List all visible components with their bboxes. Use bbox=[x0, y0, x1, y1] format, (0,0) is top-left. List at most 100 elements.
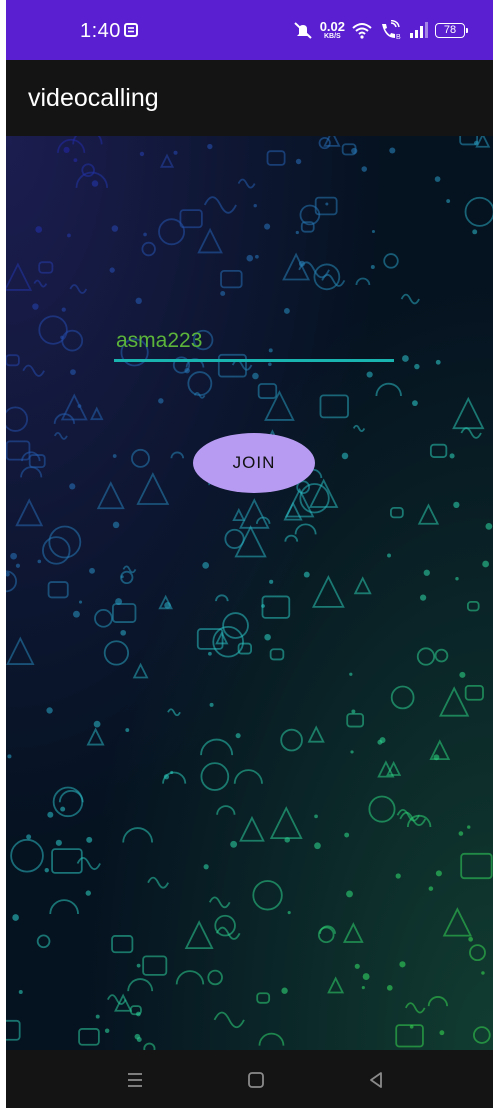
mute-icon bbox=[294, 22, 312, 39]
doodle-dot bbox=[35, 226, 43, 233]
doodle-shape bbox=[179, 209, 203, 229]
doodle-dot bbox=[433, 754, 440, 761]
doodle-shape bbox=[464, 196, 493, 227]
doodle-shape bbox=[319, 394, 349, 419]
doodle-shape bbox=[460, 852, 493, 880]
doodle-shape bbox=[427, 996, 449, 1007]
doodle-dot bbox=[268, 362, 272, 367]
doodle-shape bbox=[215, 594, 229, 602]
doodle-shape bbox=[141, 241, 156, 257]
doodle-shape bbox=[47, 581, 69, 599]
doodle-dot bbox=[295, 230, 299, 235]
doodle-shape bbox=[42, 536, 71, 565]
doodle-shape bbox=[232, 507, 246, 521]
doodle-dot bbox=[412, 400, 418, 407]
doodle-dot bbox=[325, 202, 329, 206]
doodle-shape bbox=[36, 934, 51, 949]
doodle-shape bbox=[439, 686, 470, 717]
doodle-shape bbox=[233, 769, 263, 784]
doodle-shape bbox=[284, 487, 315, 518]
doodle-shape bbox=[434, 648, 449, 663]
doodle-shape bbox=[294, 523, 317, 535]
doodle-dot bbox=[86, 836, 93, 843]
doodle-dot bbox=[458, 831, 464, 836]
doodle-dot bbox=[446, 199, 451, 203]
doodle-shape bbox=[49, 899, 79, 915]
doodle-shape bbox=[200, 738, 234, 756]
doodle-dot bbox=[420, 594, 427, 601]
doodle-shape bbox=[342, 922, 364, 943]
doodle-dot bbox=[46, 707, 53, 714]
doodle-dot bbox=[395, 873, 401, 879]
name-input-underline bbox=[114, 359, 394, 362]
doodle-dot bbox=[12, 914, 19, 921]
home-icon[interactable] bbox=[244, 1068, 268, 1092]
doodle-shape bbox=[256, 992, 271, 1004]
doodle-shape bbox=[187, 371, 213, 396]
doodle-shape bbox=[51, 848, 83, 874]
doodle-shape bbox=[60, 393, 88, 421]
doodle-shape bbox=[10, 838, 44, 873]
doodle-shape bbox=[86, 727, 105, 746]
doodle-shape bbox=[460, 427, 482, 439]
doodle-dot bbox=[93, 720, 101, 728]
recents-icon[interactable] bbox=[123, 1068, 147, 1092]
app-title: videocalling bbox=[28, 84, 159, 112]
doodle-dot bbox=[434, 176, 441, 182]
network-speed-value: 0.02 bbox=[319, 19, 345, 34]
signal-icon bbox=[410, 22, 428, 38]
doodle-shape bbox=[239, 815, 265, 842]
doodle-dot bbox=[61, 307, 66, 312]
doodle-dot bbox=[63, 146, 70, 153]
doodle-dot bbox=[70, 369, 76, 375]
doodle-shape bbox=[15, 498, 44, 527]
doodle-shape bbox=[258, 1032, 285, 1046]
doodle-dot bbox=[473, 140, 479, 146]
doodle-shape bbox=[269, 648, 285, 661]
join-button[interactable]: JOIN bbox=[193, 433, 315, 493]
doodle-dot bbox=[428, 886, 434, 891]
doodle-dot bbox=[115, 598, 123, 606]
doodle-shape bbox=[307, 725, 325, 743]
doodle-dot bbox=[139, 151, 145, 157]
doodle-shape bbox=[327, 976, 345, 994]
doodle-dot bbox=[158, 398, 164, 404]
doodle-dot bbox=[55, 839, 62, 846]
doodle-dot bbox=[295, 158, 302, 165]
name-field[interactable] bbox=[114, 324, 394, 362]
name-input[interactable] bbox=[114, 324, 394, 358]
doodle-dot bbox=[298, 260, 305, 267]
doodle-dot bbox=[423, 569, 430, 576]
doodle-dot bbox=[44, 867, 49, 873]
doodle-shape bbox=[452, 396, 485, 430]
wifi-calling-icon: B bbox=[382, 20, 401, 40]
back-icon[interactable] bbox=[364, 1068, 388, 1092]
doodle-dot bbox=[386, 985, 393, 991]
doodle-dot bbox=[387, 553, 391, 558]
doodle-shape bbox=[200, 762, 230, 791]
doodle-dot bbox=[67, 233, 71, 238]
navigation-bar bbox=[6, 1050, 493, 1108]
doodle-shape bbox=[368, 795, 396, 823]
doodle-shape bbox=[429, 739, 451, 761]
doodle-dot bbox=[303, 571, 310, 578]
doodle-dot bbox=[104, 1028, 110, 1033]
doodle-shape bbox=[266, 150, 286, 166]
doodle-dot bbox=[163, 774, 170, 780]
doodle-shape bbox=[6, 1019, 21, 1041]
doodle-shape bbox=[207, 969, 223, 986]
doodle-shape bbox=[122, 827, 154, 843]
doodle-dot bbox=[349, 672, 353, 676]
doodle-dot bbox=[10, 552, 17, 560]
doodle-shape bbox=[222, 612, 249, 639]
doodle-dot bbox=[37, 559, 42, 564]
doodle-shape bbox=[170, 451, 185, 459]
doodle-dot bbox=[346, 890, 353, 898]
doodle-shape bbox=[346, 712, 365, 728]
doodle-dot bbox=[72, 610, 80, 618]
doodle-dot bbox=[77, 404, 82, 409]
doodle-shape bbox=[282, 252, 311, 281]
doodle-dot bbox=[264, 633, 271, 641]
doodle-dot bbox=[255, 254, 259, 259]
doodle-dot bbox=[89, 567, 95, 574]
